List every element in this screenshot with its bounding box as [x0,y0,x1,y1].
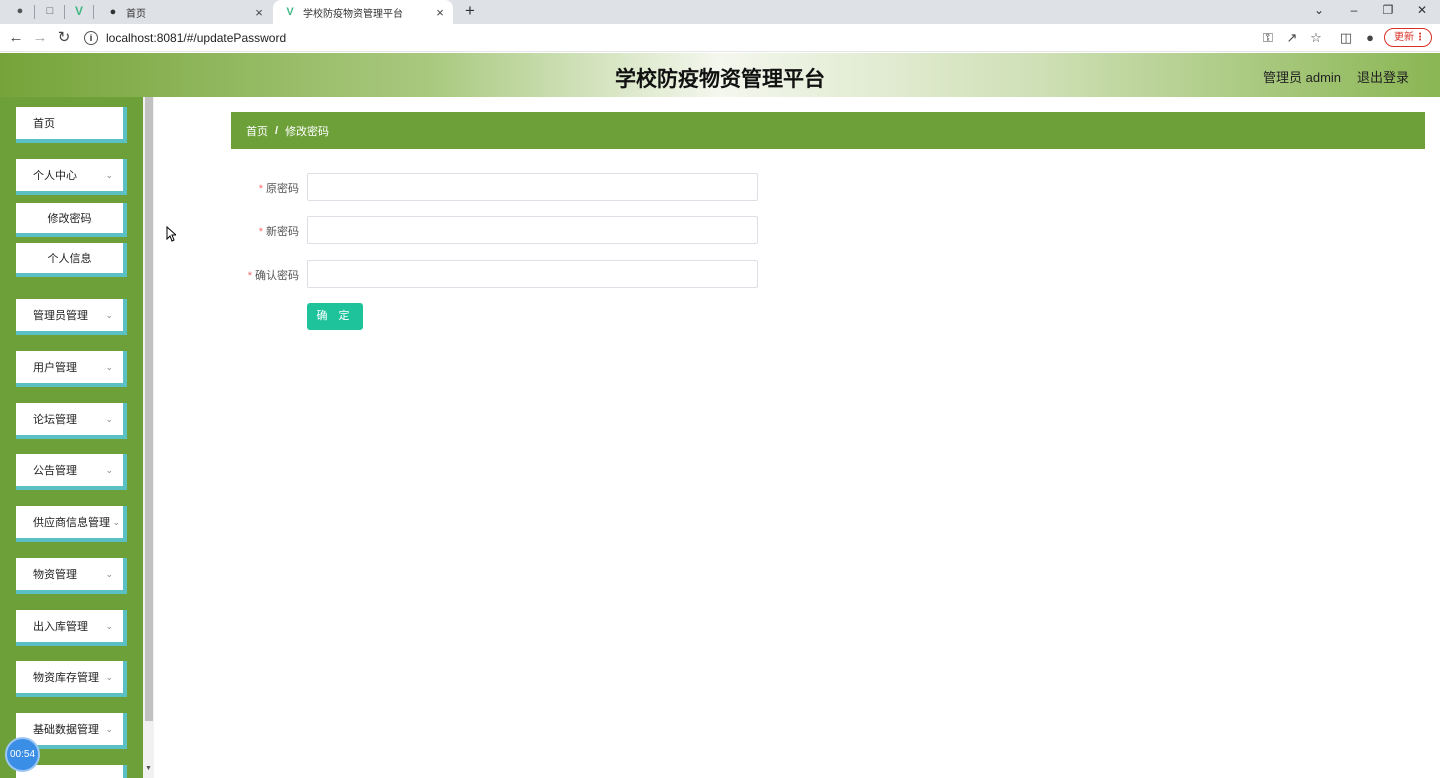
share-icon[interactable]: ↗ [1282,28,1302,48]
old-password-label: * 原密码 [258,183,299,195]
sidebar-item-notice-management[interactable]: 公告管理 ⌄ [16,454,127,490]
star-icon[interactable]: ☆ [1306,28,1326,48]
confirm-password-label: * 确认密码 [247,270,299,282]
tab-search-icon[interactable]: ⌄ [1304,0,1334,24]
breadcrumb: 首页 / 修改密码 [231,112,1425,149]
logout-link[interactable]: 退出登录 [1357,67,1409,86]
recording-timer-badge: 00:54 [5,737,40,772]
url-field[interactable]: i localhost:8081/#/updatePassword [84,27,1334,49]
sidebar-item-user-management[interactable]: 用户管理 ⌄ [16,351,127,387]
sidebar-item-label: 管理员管理 [33,310,88,322]
minimize-button[interactable]: – [1339,0,1369,24]
url-text: localhost:8081/#/updatePassword [106,31,287,45]
sidebar-item-home[interactable]: 首页 [16,107,127,143]
sidebar-subitem-label: 修改密码 [47,213,92,225]
new-tab-button[interactable]: + [461,2,479,20]
chevron-down-icon: ⌄ [105,362,113,372]
update-label: 更新 [1394,32,1414,43]
address-bar: ← → ↻ i localhost:8081/#/updatePassword … [0,24,1440,52]
tab-platform[interactable]: V 学校防疫物资管理平台 × [273,0,453,24]
sidepanel-icon[interactable]: ◫ [1336,28,1356,48]
close-icon[interactable]: × [252,5,266,20]
more-icon: ⋮ [1415,32,1425,43]
sidebar-item-inout-management[interactable]: 出入库管理 ⌄ [16,610,127,646]
browser-tab-bar: ● □ V ● 首页 × V 学校防疫物资管理平台 × + ⌄ – ❐ ✕ [0,0,1440,24]
user-label: 管理员 admin [1263,70,1342,85]
sidebar-item-label: 个人中心 [33,170,77,182]
mouse-cursor-icon [166,226,176,242]
tab-home[interactable]: ● 首页 × [96,0,272,24]
globe-icon: ● [109,6,117,18]
scrollbar-thumb[interactable] [145,97,153,721]
sidebar-item-inventory-management[interactable]: 物资库存管理 ⌄ [16,661,127,697]
vue-logo-icon[interactable]: V [71,3,87,19]
chevron-down-icon: ⌄ [112,517,120,527]
back-button[interactable]: ← [6,28,26,48]
confirm-button[interactable]: 确 定 [307,303,363,330]
key-icon[interactable]: ⚿ [1258,28,1278,48]
chevron-down-icon: ⌄ [105,672,113,682]
sidebar-item-label: 供应商信息管理 [33,517,110,529]
site-info-icon[interactable]: i [84,31,98,45]
chevron-down-icon: ⌄ [105,310,113,320]
breadcrumb-current: 修改密码 [285,125,330,138]
restore-button[interactable]: ❐ [1373,0,1403,24]
chevron-down-icon: ⌄ [105,724,113,734]
sidebar-item-forum-management[interactable]: 论坛管理 ⌄ [16,403,127,439]
sidebar-item-label: 公告管理 [33,465,77,477]
chevron-down-icon: ⌄ [105,621,113,631]
sidebar-item-label: 论坛管理 [33,414,77,426]
page-title: 学校防疫物资管理平台 [615,67,825,91]
sidebar-item-label: 物资库存管理 [33,672,99,684]
sidebar-item-label: 首页 [33,118,55,130]
new-password-label: * 新密码 [258,226,299,238]
scroll-down-arrow[interactable]: ▼ [143,765,154,772]
tab-title: 学校防疫物资管理平台 [303,8,403,20]
vue-logo-icon: V [286,6,294,18]
sidebar-item-supplies-management[interactable]: 物资管理 ⌄ [16,558,127,594]
chevron-down-icon: ⌄ [105,465,113,475]
chevron-down-icon: ⌄ [105,414,113,424]
sidebar-item-label: 基础数据管理 [33,724,99,736]
sidebar-subitem-label: 个人信息 [47,253,92,265]
blank-tab-icon[interactable]: □ [42,3,58,19]
breadcrumb-separator: / [275,124,279,137]
app-header: 学校防疫物资管理平台 管理员 admin 退出登录 [0,53,1440,97]
reload-button[interactable]: ↻ [54,28,74,48]
new-password-field[interactable] [307,216,758,244]
forward-button[interactable]: → [30,28,50,48]
confirm-password-field[interactable] [307,260,758,288]
chevron-down-icon: ⌄ [105,170,113,180]
sidebar-subitem-personal-info[interactable]: 个人信息 [16,243,127,277]
sidebar-item-label: 出入库管理 [33,621,88,633]
old-password-field[interactable] [307,173,758,201]
sidebar-item-admin-management[interactable]: 管理员管理 ⌄ [16,299,127,335]
sidebar-item-supplier-management[interactable]: 供应商信息管理 ⌄ [16,506,127,542]
sidebar-item-personal-center[interactable]: 个人中心 ⌄ [16,159,127,195]
chevron-down-icon: ⌄ [105,569,113,579]
tab-divider [64,5,65,19]
globe-icon[interactable]: ● [12,3,28,19]
close-icon[interactable]: × [433,5,447,20]
sidebar-item-label: 物资管理 [33,569,77,581]
tab-divider [93,5,94,19]
update-button[interactable]: 更新 ⋮ [1384,28,1432,47]
sidebar-subitem-change-password[interactable]: 修改密码 [16,203,127,237]
close-window-button[interactable]: ✕ [1407,0,1437,24]
profile-icon[interactable]: ● [1360,28,1380,48]
sidebar-item-label: 用户管理 [33,362,77,374]
breadcrumb-home[interactable]: 首页 [246,123,268,139]
tab-divider [34,5,35,19]
tab-title: 首页 [126,8,146,20]
